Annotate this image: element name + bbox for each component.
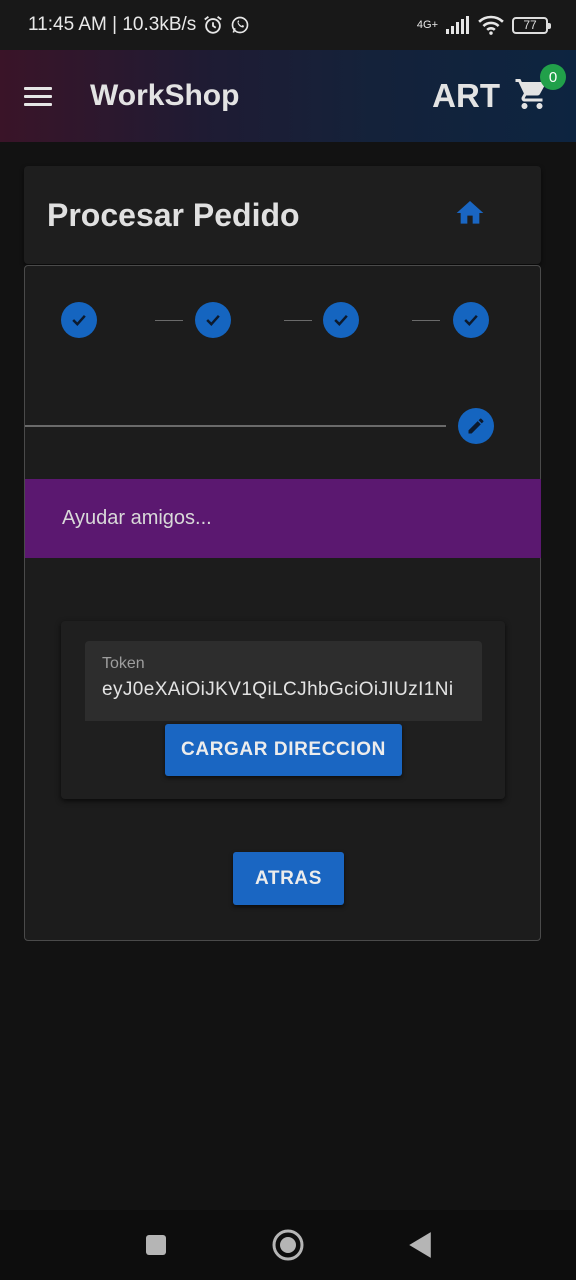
signal-icon [446, 16, 470, 34]
whatsapp-icon [230, 15, 250, 35]
home-icon [454, 197, 486, 234]
app-title: WorkShop [90, 79, 240, 112]
step-connector [155, 320, 183, 321]
token-label: Token [102, 655, 145, 672]
battery-icon: 77 [512, 16, 551, 34]
menu-icon[interactable] [24, 78, 60, 114]
status-bar: 11:45 AM | 10.3kB/s 4G+ 77 [0, 0, 576, 50]
battery-level: 77 [523, 18, 537, 32]
app-bar: WorkShop ART 0 [0, 50, 576, 142]
step-divider [25, 425, 446, 427]
header-card: Procesar Pedido [24, 166, 541, 264]
step-3-check-icon[interactable] [323, 302, 359, 338]
system-nav-bar [0, 1210, 576, 1280]
back-button[interactable]: ATRAS [233, 852, 344, 905]
wifi-icon [478, 15, 504, 35]
home-nav-icon[interactable] [268, 1225, 308, 1265]
step-4-check-icon[interactable] [453, 302, 489, 338]
back-nav-icon[interactable] [400, 1225, 440, 1265]
recent-apps-icon[interactable] [136, 1225, 176, 1265]
stepper-card: Ayudar amigos... Token eyJ0eXAiOiJKV1QiL… [24, 265, 541, 941]
home-button[interactable] [452, 197, 488, 233]
network-type: 4G+ [416, 19, 438, 31]
art-label: ART [432, 77, 500, 114]
load-address-button[interactable]: CARGAR DIRECCION [165, 724, 402, 776]
cart-button[interactable]: 0 [512, 64, 566, 116]
status-time: 11:45 AM | 10.3kB/s [28, 14, 197, 35]
step-connector [284, 320, 312, 321]
token-card: Token eyJ0eXAiOiJKV1QiLCJhbGciOiJIUzI1Ni… [61, 621, 505, 799]
cart-badge: 0 [540, 64, 566, 90]
token-value[interactable]: eyJ0eXAiOiJKV1QiLCJhbGciOiJIUzI1Ni [102, 679, 465, 701]
page-title: Procesar Pedido [47, 196, 300, 233]
step-connector [412, 320, 440, 321]
step-2-check-icon[interactable] [195, 302, 231, 338]
token-field[interactable]: Token eyJ0eXAiOiJKV1QiLCJhbGciOiJIUzI1Ni [85, 641, 482, 721]
alarm-icon [202, 14, 224, 36]
step-5-edit-icon[interactable] [458, 408, 494, 444]
step-1-check-icon[interactable] [61, 302, 97, 338]
step-content-banner: Ayudar amigos... [25, 479, 541, 558]
